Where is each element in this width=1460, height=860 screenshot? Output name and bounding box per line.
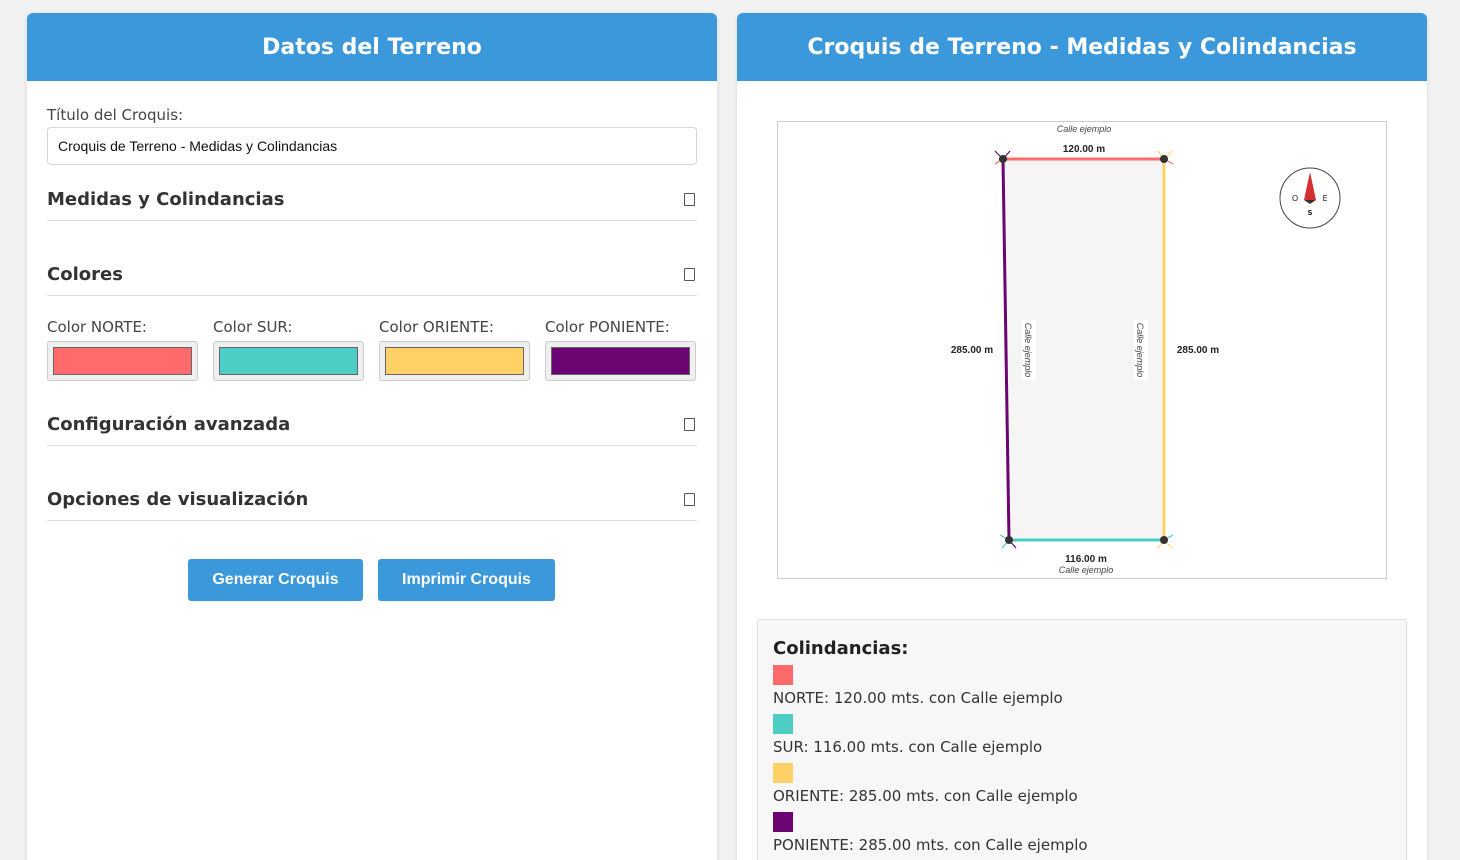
toggle-icon[interactable] <box>684 268 695 281</box>
section-medidas[interactable]: Medidas y Colindancias <box>47 189 697 221</box>
terrain-data-panel: Datos del Terreno Título del Croquis: Me… <box>27 13 717 860</box>
corner-dot <box>1005 536 1013 544</box>
colindancias-legend: Colindancias: NORTE: 120.00 mts. con Cal… <box>757 619 1407 860</box>
corner-dot <box>1160 536 1168 544</box>
compass-icon: O E S <box>1279 167 1341 229</box>
corner-dot <box>1160 155 1168 163</box>
color-norte-picker[interactable] <box>47 341 198 381</box>
color-poniente-swatch <box>551 347 690 375</box>
west-street-label: Calle ejemplo <box>1023 323 1033 378</box>
sketch-canvas: Calle ejemplo Calle ejemplo Calle ejempl… <box>777 121 1387 579</box>
color-norte-label: Color NORTE: <box>47 318 147 336</box>
compass-south: S <box>1307 209 1312 217</box>
north-measure: 120.00 m <box>1063 144 1105 155</box>
print-button[interactable]: Imprimir Croquis <box>378 559 555 601</box>
color-oriente: Color ORIENTE: <box>379 318 531 381</box>
legend-norte-text: NORTE: 120.00 mts. con Calle ejemplo <box>773 689 1063 707</box>
corner-dot <box>999 155 1007 163</box>
color-sur-picker[interactable] <box>213 341 364 381</box>
legend-sur-text: SUR: 116.00 mts. con Calle ejemplo <box>773 738 1043 756</box>
section-avanzada-title: Configuración avanzada <box>47 414 291 435</box>
compass-east: E <box>1322 194 1327 203</box>
generate-button[interactable]: Generar Croquis <box>188 559 363 601</box>
legend-oriente-swatch <box>773 763 793 783</box>
color-oriente-picker[interactable] <box>379 341 530 381</box>
north-street-label: Calle ejemplo <box>1057 124 1112 134</box>
east-street-label: Calle ejemplo <box>1135 323 1145 378</box>
section-visualizacion[interactable]: Opciones de visualización <box>47 489 697 521</box>
south-street-label: Calle ejemplo <box>1059 565 1114 575</box>
legend-oriente-text: ORIENTE: 285.00 mts. con Calle ejemplo <box>773 787 1078 805</box>
legend-poniente-swatch <box>773 812 793 832</box>
color-norte-swatch <box>53 347 192 375</box>
color-norte: Color NORTE: <box>47 318 199 381</box>
section-medidas-title: Medidas y Colindancias <box>47 189 285 210</box>
compass-west: O <box>1292 194 1298 203</box>
legend-sur-swatch <box>773 714 793 734</box>
section-colores-title: Colores <box>47 264 123 285</box>
toggle-icon[interactable] <box>684 193 695 206</box>
sketch-panel: Croquis de Terreno - Medidas y Colindanc… <box>737 13 1427 860</box>
color-sur: Color SUR: <box>213 318 365 381</box>
sketch-header: Croquis de Terreno - Medidas y Colindanc… <box>737 13 1427 81</box>
color-oriente-label: Color ORIENTE: <box>379 318 494 336</box>
color-sur-label: Color SUR: <box>213 318 293 336</box>
legend-norte-swatch <box>773 665 793 685</box>
title-label: Título del Croquis: <box>47 106 184 124</box>
legend-title: Colindancias: <box>773 638 909 659</box>
sketch-svg: Calle ejemplo Calle ejemplo Calle ejempl… <box>951 124 1341 575</box>
toggle-icon[interactable] <box>684 493 695 506</box>
section-visualizacion-title: Opciones de visualización <box>47 489 309 510</box>
color-sur-swatch <box>219 347 358 375</box>
color-oriente-swatch <box>385 347 524 375</box>
section-colores[interactable]: Colores <box>47 264 697 296</box>
south-measure: 116.00 m <box>1065 554 1107 565</box>
colors-row: Color NORTE: Color SUR: Color ORIENTE: C… <box>47 318 697 381</box>
section-avanzada[interactable]: Configuración avanzada <box>47 414 697 446</box>
terrain-data-header: Datos del Terreno <box>27 13 717 81</box>
title-input[interactable] <box>47 127 697 165</box>
toggle-icon[interactable] <box>684 418 695 431</box>
legend-poniente-text: PONIENTE: 285.00 mts. con Calle ejemplo <box>773 836 1088 854</box>
color-poniente: Color PONIENTE: <box>545 318 697 381</box>
east-measure: 285.00 m <box>1177 345 1219 356</box>
west-measure: 285.00 m <box>951 345 993 356</box>
color-poniente-picker[interactable] <box>545 341 696 381</box>
color-poniente-label: Color PONIENTE: <box>545 318 670 336</box>
